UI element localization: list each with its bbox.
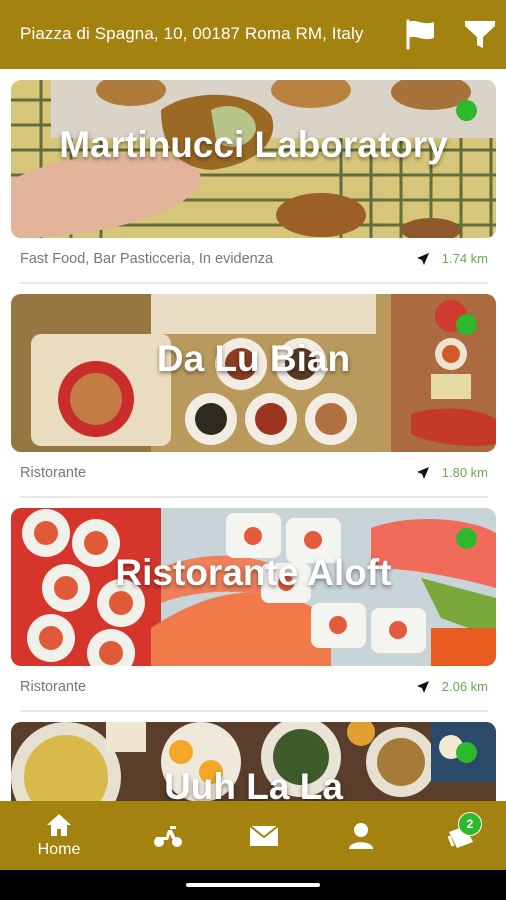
restaurant-distance: 2.06 km	[416, 679, 488, 694]
restaurant-name: Ristorante Aloft	[115, 552, 392, 593]
app-header: Piazza di Spagna, 10, 00187 Roma RM, Ita…	[0, 0, 506, 69]
restaurant-meta: Ristorante 1.80 km	[20, 463, 488, 485]
divider	[20, 496, 488, 498]
restaurant-category: Ristorante	[20, 465, 87, 481]
scooter-icon	[154, 825, 182, 847]
restaurant-name: Uuh La La	[164, 766, 343, 801]
nav-delivery[interactable]	[148, 801, 188, 870]
navigation-arrow-icon	[416, 252, 429, 265]
open-status-indicator	[456, 528, 477, 549]
distance-value: 2.06 km	[441, 679, 488, 694]
nav-messages[interactable]	[247, 801, 281, 870]
nav-home-label: Home	[37, 840, 81, 858]
open-status-indicator	[456, 314, 477, 335]
cart-count-badge: 2	[458, 812, 482, 836]
mail-icon	[249, 824, 279, 846]
bottom-navigation: Home 2	[0, 801, 506, 870]
divider	[20, 282, 488, 284]
restaurant-meta: Fast Food, Bar Pasticceria, In evidenza …	[20, 249, 488, 271]
open-status-indicator	[456, 742, 477, 763]
home-icon	[47, 813, 71, 836]
restaurant-list[interactable]: Martinucci Laboratory Fast Food, Bar Pas…	[0, 69, 506, 801]
distance-value: 1.80 km	[441, 465, 488, 480]
nav-cart[interactable]: 2	[440, 801, 482, 870]
divider	[20, 710, 488, 712]
flag-icon[interactable]	[404, 18, 438, 50]
nav-home[interactable]: Home	[24, 801, 94, 870]
navigation-arrow-icon	[416, 466, 429, 479]
home-gesture-indicator[interactable]	[186, 883, 320, 887]
nav-profile[interactable]	[345, 801, 377, 870]
restaurant-category: Ristorante	[20, 679, 87, 695]
restaurant-category: Fast Food, Bar Pasticceria, In evidenza	[20, 251, 274, 267]
restaurant-name: Da Lu Bian	[156, 338, 351, 379]
filter-icon[interactable]	[463, 18, 497, 52]
user-icon	[349, 822, 373, 849]
distance-value: 1.74 km	[441, 251, 488, 266]
system-navigation-bar	[0, 870, 506, 900]
restaurant-distance: 1.74 km	[416, 251, 488, 266]
open-status-indicator	[456, 100, 477, 121]
delivery-address[interactable]: Piazza di Spagna, 10, 00187 Roma RM, Ita…	[20, 24, 363, 44]
navigation-arrow-icon	[416, 680, 429, 693]
restaurant-name: Martinucci Laboratory	[59, 124, 448, 165]
restaurant-distance: 1.80 km	[416, 465, 488, 480]
restaurant-meta: Ristorante 2.06 km	[20, 677, 488, 699]
